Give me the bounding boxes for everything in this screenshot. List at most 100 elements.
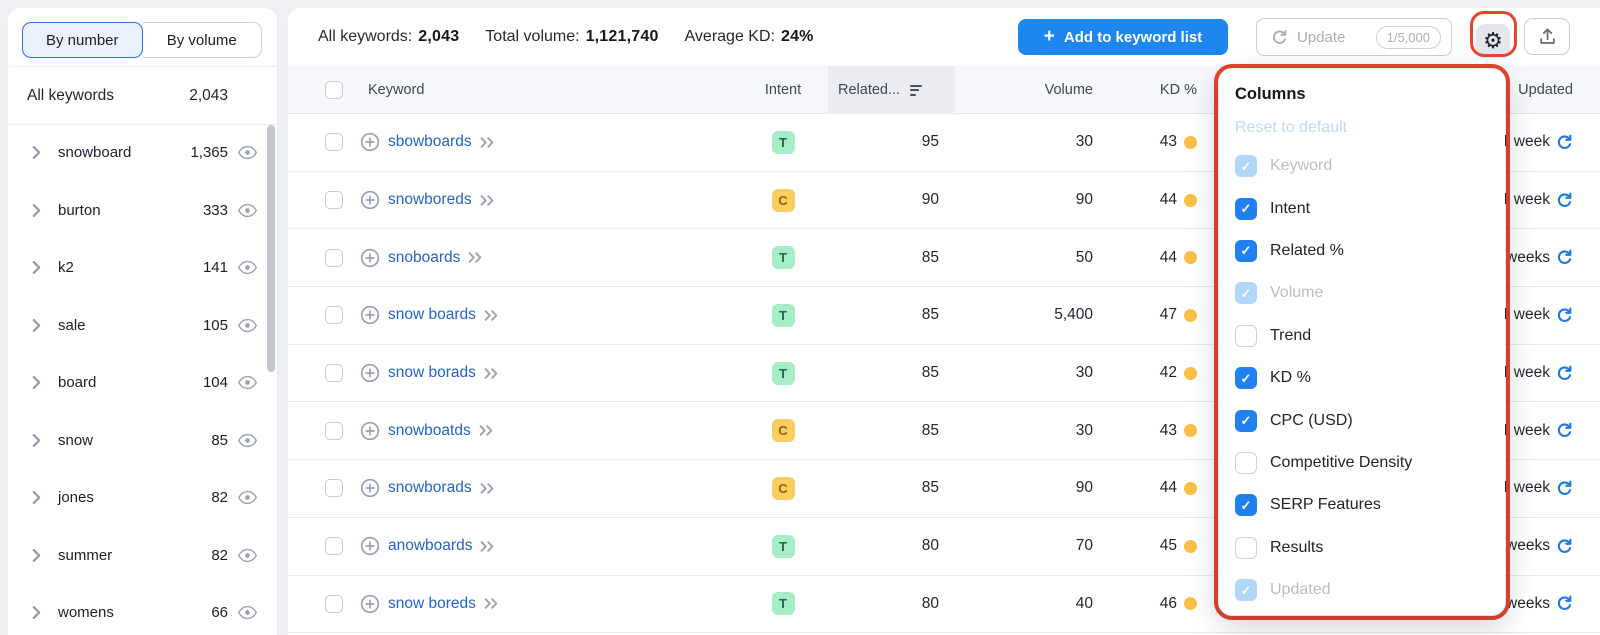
refresh-icon[interactable] — [1556, 192, 1573, 209]
keyword-link[interactable]: snow borads — [388, 364, 476, 382]
row-checkbox[interactable] — [325, 249, 343, 267]
header-related[interactable]: Related... — [828, 66, 955, 114]
refresh-icon[interactable] — [1556, 480, 1573, 497]
double-chevron-icon[interactable] — [480, 195, 495, 206]
chevron-right-icon[interactable] — [32, 146, 42, 160]
sidebar-group-item[interactable]: k2 141 — [8, 239, 277, 297]
keyword-link[interactable]: snoboards — [388, 249, 460, 267]
checkbox-icon[interactable]: ✓ — [1235, 537, 1257, 559]
chevron-right-icon[interactable] — [32, 491, 42, 505]
refresh-icon[interactable] — [1556, 134, 1573, 151]
refresh-icon[interactable] — [1556, 595, 1573, 612]
row-checkbox[interactable] — [325, 479, 343, 497]
sidebar-scrollbar[interactable] — [267, 125, 275, 372]
refresh-icon[interactable] — [1556, 249, 1573, 266]
update-button[interactable]: Update 1/5,000 — [1256, 18, 1452, 56]
keyword-link[interactable]: snowborads — [388, 479, 472, 497]
add-keyword-icon[interactable] — [360, 305, 380, 325]
double-chevron-icon[interactable] — [479, 425, 494, 436]
eye-icon[interactable] — [237, 490, 258, 505]
header-intent[interactable]: Intent — [738, 82, 828, 98]
sidebar-group-item[interactable]: burton 333 — [8, 182, 277, 240]
double-chevron-icon[interactable] — [484, 310, 499, 321]
add-keyword-icon[interactable] — [360, 248, 380, 268]
eye-icon[interactable] — [237, 433, 258, 448]
column-menu-item[interactable]: ✓ CPC (USD) — [1235, 399, 1487, 441]
header-keyword[interactable]: Keyword — [352, 82, 738, 98]
sidebar-group-item[interactable]: summer 82 — [8, 527, 277, 585]
double-chevron-icon[interactable] — [480, 483, 495, 494]
double-chevron-icon[interactable] — [484, 368, 499, 379]
sidebar-group-item[interactable]: sale 105 — [8, 297, 277, 355]
checkbox-icon[interactable]: ✓ — [1235, 282, 1257, 304]
eye-icon[interactable] — [237, 145, 258, 160]
add-keyword-icon[interactable] — [360, 478, 380, 498]
column-menu-item[interactable]: ✓ SERP Features — [1235, 484, 1487, 526]
checkbox-icon[interactable]: ✓ — [1235, 198, 1257, 220]
chevron-right-icon[interactable] — [32, 318, 42, 332]
column-menu-item[interactable]: ✓ Trend — [1235, 315, 1487, 357]
eye-icon[interactable] — [237, 548, 258, 563]
sidebar-group-item[interactable]: jones 82 — [8, 469, 277, 527]
row-checkbox[interactable] — [325, 422, 343, 440]
add-keyword-icon[interactable] — [360, 363, 380, 383]
eye-icon[interactable] — [237, 318, 258, 333]
row-checkbox[interactable] — [325, 306, 343, 324]
sidebar-group-item[interactable]: snowboard 1,365 — [8, 124, 277, 182]
keyword-link[interactable]: snowboatds — [388, 422, 471, 440]
checkbox-icon[interactable]: ✓ — [1235, 579, 1257, 601]
checkbox-icon[interactable]: ✓ — [1235, 325, 1257, 347]
toggle-by-number[interactable]: By number — [22, 22, 143, 58]
sort-descending-icon[interactable] — [910, 85, 922, 96]
double-chevron-icon[interactable] — [468, 252, 483, 263]
column-menu-item[interactable]: ✓ Keyword — [1235, 145, 1487, 187]
keyword-link[interactable]: snowboreds — [388, 191, 472, 209]
column-menu-item[interactable]: ✓ Related % — [1235, 230, 1487, 272]
toggle-by-volume[interactable]: By volume — [143, 22, 263, 58]
reset-to-default-link[interactable]: Reset to default — [1235, 119, 1487, 137]
checkbox-icon[interactable]: ✓ — [1235, 494, 1257, 516]
refresh-icon[interactable] — [1556, 422, 1573, 439]
row-checkbox[interactable] — [325, 191, 343, 209]
eye-icon[interactable] — [237, 605, 258, 620]
column-menu-item[interactable]: ✓ Intent — [1235, 187, 1487, 229]
keyword-link[interactable]: snow boreds — [388, 595, 476, 613]
add-to-keyword-list-button[interactable]: + Add to keyword list — [1018, 19, 1228, 55]
eye-icon[interactable] — [237, 260, 258, 275]
checkbox-icon[interactable]: ✓ — [1235, 452, 1257, 474]
checkbox-icon[interactable]: ✓ — [1235, 410, 1257, 432]
row-checkbox[interactable] — [325, 537, 343, 555]
refresh-icon[interactable] — [1556, 538, 1573, 555]
sidebar-item-all-keywords[interactable]: All keywords 2,043 — [8, 67, 277, 124]
row-checkbox[interactable] — [325, 133, 343, 151]
double-chevron-icon[interactable] — [484, 598, 499, 609]
chevron-right-icon[interactable] — [32, 203, 42, 217]
column-menu-item[interactable]: ✓ Volume — [1235, 272, 1487, 314]
column-menu-item[interactable]: ✓ Updated — [1235, 569, 1487, 611]
keyword-link[interactable]: sbowboards — [388, 133, 472, 151]
add-keyword-icon[interactable] — [360, 421, 380, 441]
add-keyword-icon[interactable] — [360, 594, 380, 614]
export-icon[interactable] — [1524, 18, 1570, 55]
keyword-link[interactable]: anowboards — [388, 537, 472, 555]
chevron-right-icon[interactable] — [32, 433, 42, 447]
row-checkbox[interactable] — [325, 595, 343, 613]
header-volume[interactable]: Volume — [955, 82, 1097, 98]
refresh-icon[interactable] — [1556, 307, 1573, 324]
add-keyword-icon[interactable] — [360, 190, 380, 210]
checkbox-icon[interactable]: ✓ — [1235, 367, 1257, 389]
chevron-right-icon[interactable] — [32, 548, 42, 562]
chevron-right-icon[interactable] — [32, 376, 42, 390]
double-chevron-icon[interactable] — [480, 541, 495, 552]
keyword-link[interactable]: snow boards — [388, 306, 476, 324]
sidebar-group-item[interactable]: womens 66 — [8, 584, 277, 635]
checkbox-icon[interactable]: ✓ — [1235, 155, 1257, 177]
select-all-checkbox[interactable] — [325, 81, 343, 99]
row-checkbox[interactable] — [325, 364, 343, 382]
column-menu-item[interactable]: ✓ Competitive Density — [1235, 442, 1487, 484]
eye-icon[interactable] — [237, 375, 258, 390]
column-menu-item[interactable]: ✓ Results — [1235, 527, 1487, 569]
sidebar-group-item[interactable]: snow 85 — [8, 412, 277, 470]
header-kd[interactable]: KD % — [1097, 82, 1202, 98]
sidebar-group-item[interactable]: board 104 — [8, 354, 277, 412]
